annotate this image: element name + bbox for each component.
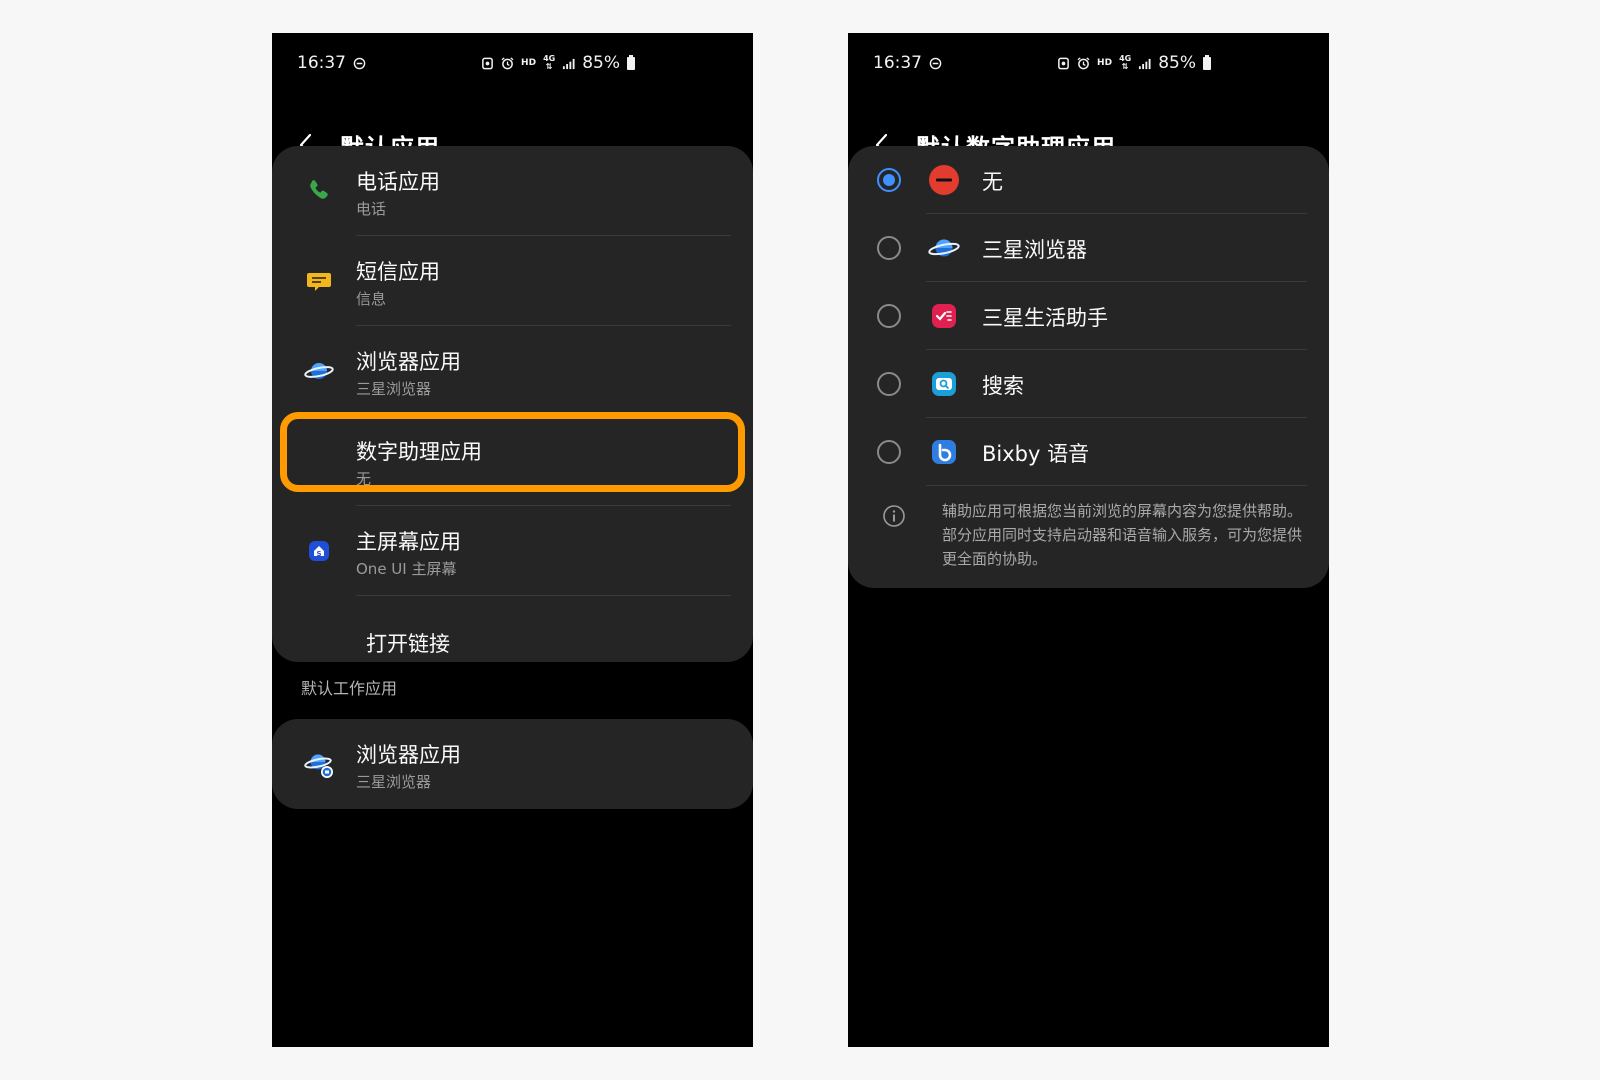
alarm-icon xyxy=(501,56,514,70)
option-label: Bixby 语音 xyxy=(982,442,1090,466)
list-item-sms-app[interactable]: 短信应用 信息 xyxy=(272,236,753,326)
browser-icon xyxy=(928,232,960,264)
info-icon xyxy=(882,504,906,528)
svg-text:S: S xyxy=(316,550,321,558)
divider xyxy=(926,485,1307,486)
none-icon xyxy=(928,164,960,196)
signal-icon xyxy=(562,57,575,70)
option-samsung-life-assistant[interactable]: 三星生活助手 xyxy=(848,282,1329,350)
list-item-subtitle: 电话 xyxy=(356,200,387,218)
work-browser-icon xyxy=(304,749,334,779)
battery-percent: 85% xyxy=(582,53,620,73)
battery-percent: 85% xyxy=(1158,53,1196,73)
list-item-work-browser-app[interactable]: 浏览器应用 三星浏览器 xyxy=(272,719,753,809)
list-item-subtitle: 三星浏览器 xyxy=(356,773,432,791)
list-item-subtitle: 三星浏览器 xyxy=(356,380,432,398)
list-item-title: 电话应用 xyxy=(356,170,440,194)
home-icon: S xyxy=(304,536,334,566)
do-not-disturb-icon xyxy=(353,57,366,70)
default-digital-assistant-screen: 16:37 HD 4G ⇅ 85% 无 三星浏览器 三星生活助手 搜索 Bixb… xyxy=(848,33,1329,1047)
do-not-disturb-icon xyxy=(929,57,942,70)
list-item-title: 浏览器应用 xyxy=(356,743,461,767)
alarm-icon xyxy=(1077,56,1090,70)
hd-icon: HD xyxy=(1097,58,1113,68)
battery-icon xyxy=(1203,54,1211,70)
radio-button[interactable] xyxy=(877,236,901,260)
phone-icon xyxy=(304,176,334,206)
list-item-title: 短信应用 xyxy=(356,260,440,284)
status-bar: 16:37 HD 4G ⇅ 85% xyxy=(873,51,1211,75)
list-item-home-screen-app[interactable]: S 主屏幕应用 One UI 主屏幕 xyxy=(272,506,753,596)
option-label: 三星浏览器 xyxy=(982,238,1087,262)
highlight-annotation xyxy=(280,412,745,492)
list-item-open-links[interactable]: 打开链接 xyxy=(272,596,753,686)
list-item-browser-app[interactable]: 浏览器应用 三星浏览器 xyxy=(272,326,753,416)
status-bar: 16:37 HD 4G ⇅ 85% xyxy=(297,51,635,75)
option-search[interactable]: 搜索 xyxy=(848,350,1329,418)
life-assistant-icon xyxy=(928,300,960,332)
list-item-title: 浏览器应用 xyxy=(356,350,461,374)
radio-button[interactable] xyxy=(877,372,901,396)
option-label: 三星生活助手 xyxy=(982,306,1108,330)
status-time: 16:37 xyxy=(297,53,346,73)
info-description: 辅助应用可根据您当前浏览的屏幕内容为您提供帮助。部分应用同时支持启动器和语音输入… xyxy=(942,502,1303,568)
browser-icon xyxy=(304,356,334,386)
option-label: 无 xyxy=(982,170,1003,194)
option-none[interactable]: 无 xyxy=(848,146,1329,214)
list-item-title: 打开链接 xyxy=(366,632,450,656)
search-icon xyxy=(928,368,960,400)
nfc-icon xyxy=(481,57,494,70)
bixby-icon xyxy=(928,436,960,468)
message-icon xyxy=(304,266,334,296)
option-samsung-browser[interactable]: 三星浏览器 xyxy=(848,214,1329,282)
nfc-icon xyxy=(1057,57,1070,70)
battery-icon xyxy=(627,54,635,70)
hd-icon: HD xyxy=(521,58,537,68)
default-apps-card: 电话应用 电话 短信应用 信息 浏览器应用 三星浏览器 数字助理应用 无 S 主… xyxy=(272,146,753,662)
4g-icon: 4G ⇅ xyxy=(543,54,556,71)
work-apps-card: 浏览器应用 三星浏览器 xyxy=(272,719,753,809)
assistant-options-card: 无 三星浏览器 三星生活助手 搜索 Bixby 语音 辅助应用可根据您当前浏览的… xyxy=(848,146,1329,588)
4g-icon: 4G ⇅ xyxy=(1119,54,1132,71)
radio-button[interactable] xyxy=(877,440,901,464)
radio-button[interactable] xyxy=(877,304,901,328)
status-time: 16:37 xyxy=(873,53,922,73)
signal-icon xyxy=(1138,57,1151,70)
list-item-subtitle: One UI 主屏幕 xyxy=(356,560,457,578)
list-item-phone-app[interactable]: 电话应用 电话 xyxy=(272,146,753,236)
option-bixby-voice[interactable]: Bixby 语音 xyxy=(848,418,1329,486)
option-label: 搜索 xyxy=(982,374,1024,398)
default-apps-screen: 16:37 HD 4G ⇅ 85% 电话应用 电话 短信应用 信息 浏览器应用 … xyxy=(272,33,753,1047)
list-item-subtitle: 信息 xyxy=(356,290,387,308)
list-item-title: 主屏幕应用 xyxy=(356,530,461,554)
radio-button-selected[interactable] xyxy=(877,168,901,192)
section-label-work-apps: 默认工作应用 xyxy=(301,679,398,698)
